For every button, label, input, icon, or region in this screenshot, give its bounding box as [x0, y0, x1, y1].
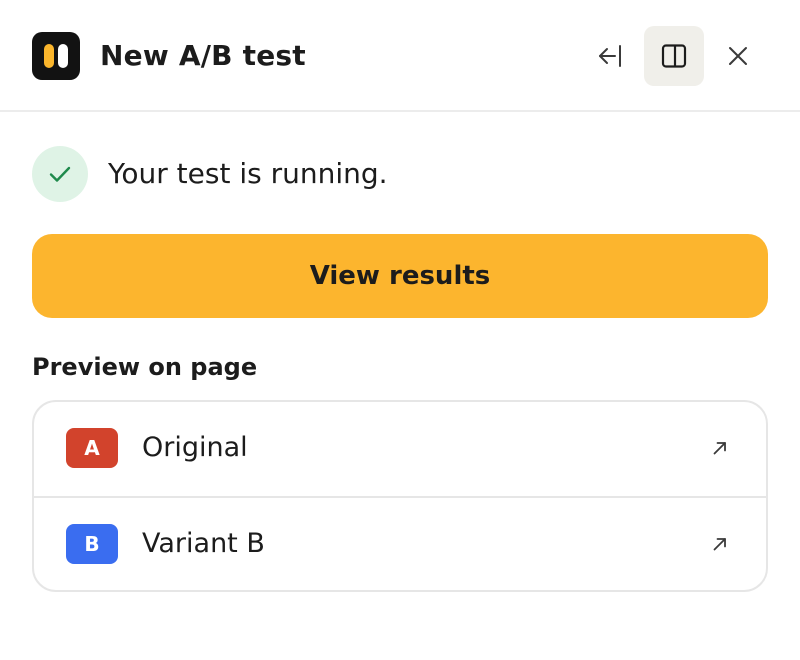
page-title: New A/B test [100, 39, 306, 72]
variant-row-original[interactable]: A Original [34, 402, 766, 496]
external-link-arrow-icon[interactable] [710, 438, 730, 458]
variant-name-variant-b: Variant B [142, 528, 265, 559]
variant-badge-a: A [66, 428, 118, 468]
panel-split-icon [661, 44, 687, 68]
external-link-arrow-icon[interactable] [710, 534, 730, 554]
close-button[interactable] [708, 26, 768, 86]
close-icon [729, 47, 747, 65]
logo-bar-left [44, 44, 54, 68]
view-results-button[interactable]: View results [32, 234, 768, 318]
variant-badge-b: B [66, 524, 118, 564]
check-icon [49, 166, 71, 182]
logo-bar-right [58, 44, 68, 68]
variant-name-original: Original [142, 432, 248, 463]
status-success-badge [32, 146, 88, 202]
arrow-left-to-line-icon [599, 45, 621, 67]
collapse-button[interactable] [580, 26, 640, 86]
toggle-panel-button[interactable] [644, 26, 704, 86]
panel-header: New A/B test [0, 0, 800, 112]
variant-list: A Original B Variant B [32, 400, 768, 592]
variant-row-variant-b[interactable]: B Variant B [34, 498, 766, 590]
app-logo-icon [32, 32, 80, 80]
preview-section-label: Preview on page [32, 353, 258, 381]
status-message: Your test is running. [108, 157, 388, 190]
